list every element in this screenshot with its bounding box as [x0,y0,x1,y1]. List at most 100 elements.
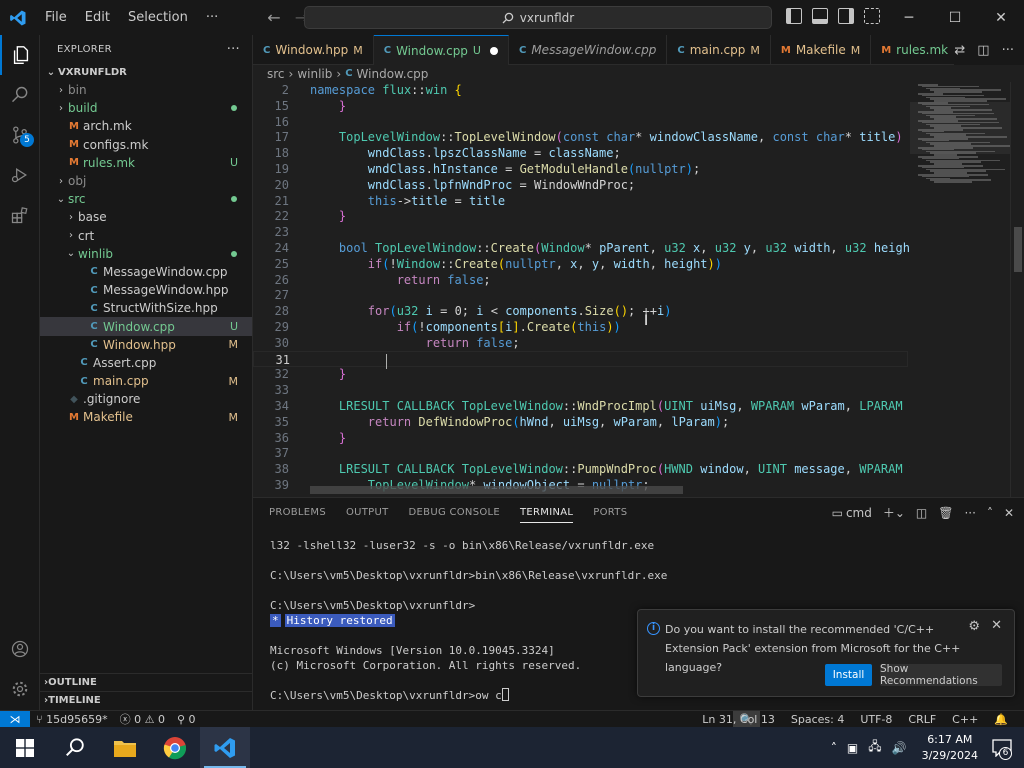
menu-file[interactable]: File [36,10,76,25]
tab-debug-console[interactable]: DEBUG CONSOLE [409,507,500,518]
tab-problems[interactable]: PROBLEMS [269,507,326,518]
toggle-panel-icon[interactable] [812,8,828,24]
tree-item-configs-mk[interactable]: Mconfigs.mk [40,136,252,154]
maximize-icon[interactable]: ☐ [932,0,978,35]
encoding[interactable]: UTF-8 [852,713,900,726]
git-status-badge: U [229,320,238,334]
cursor-position[interactable]: Ln 31, Col 13 [694,713,783,726]
indentation[interactable]: Spaces: 4 [783,713,852,726]
minimap[interactable] [910,82,1012,497]
tree-item-obj[interactable]: › obj [40,172,252,190]
breadcrumb-src[interactable]: src [267,67,285,81]
tree-item-rules-mk[interactable]: Mrules.mk U [40,154,252,172]
tab-terminal[interactable]: TERMINAL [520,502,574,523]
tab-window-hpp[interactable]: C Window.hpp M [253,35,374,65]
tree-item--gitignore[interactable]: ◆ .gitignore [40,390,252,408]
makefile-icon: M [780,44,791,56]
explorer-icon[interactable] [0,35,40,75]
command-center-search[interactable]: vxrunfldr [304,6,772,29]
code-editor[interactable]: 2 namespace flux::win {15 } 16 17 TopLevelW… [253,82,1024,497]
show-recommendations-button[interactable]: Show Recommendations [880,663,1002,687]
search-icon[interactable] [0,75,40,115]
remote-icon[interactable]: ⋊ [0,710,30,728]
tab-messagewindow-cpp[interactable]: C MessageWindow.cpp [509,35,668,65]
extensions-icon[interactable] [0,195,40,235]
breadcrumb-winlib[interactable]: winlib [297,67,332,81]
language-mode[interactable]: C++ [944,713,986,726]
source-control-icon[interactable]: 5 [0,115,40,155]
new-terminal-icon[interactable]: ＋⌄ [883,504,905,521]
vscode-taskbar-icon[interactable] [200,727,250,768]
maximize-panel-icon[interactable]: ˄ [987,506,993,520]
tree-item-window-cpp[interactable]: C Window.cpp U [40,317,252,336]
more-actions-icon[interactable]: ··· [964,506,975,520]
tree-item-bin[interactable]: › bin [40,81,252,99]
tree-item-makefile[interactable]: M Makefile M [40,408,252,426]
tab-output[interactable]: OUTPUT [346,507,389,518]
breadcrumb-file[interactable]: Window.cpp [357,67,429,81]
branch-status[interactable]: ⑂ 15d95659* [30,713,114,726]
workspace-root[interactable]: ⌄ VXRUNFLDR [40,63,252,81]
tree-item-crt[interactable]: › crt [40,227,252,245]
ports-status[interactable]: ⚲ 0 [171,713,202,726]
close-icon[interactable]: ✕ [991,618,1002,633]
minimize-icon[interactable]: ─ [886,0,932,35]
timeline-section[interactable]: › TIMELINE [40,691,253,709]
problems-status[interactable]: ⓧ 0 ⚠ 0 [114,711,171,727]
chevron-up-icon[interactable]: ˄ [826,741,842,755]
tree-item-messagewindow-hpp[interactable]: C MessageWindow.hpp [40,281,252,299]
customize-layout-icon[interactable] [864,8,880,24]
toggle-sidebar-icon[interactable] [786,8,802,24]
accounts-icon[interactable] [0,629,40,669]
unsaved-dot-icon[interactable] [489,46,498,55]
volume-icon[interactable]: 🔊 [887,741,912,755]
tree-item-base[interactable]: › base [40,208,252,226]
back-arrow-icon[interactable]: ← [267,8,280,27]
menu-edit[interactable]: Edit [76,10,119,25]
tab-main-cpp[interactable]: Cmain.cpp M [667,35,771,65]
run-debug-icon[interactable] [0,155,40,195]
minimap-viewport[interactable] [910,102,1010,154]
vertical-scrollbar[interactable] [1010,82,1024,497]
tree-item-main-cpp[interactable]: Cmain.cpp M [40,372,252,390]
tree-item-messagewindow-cpp[interactable]: C MessageWindow.cpp [40,263,252,281]
compare-changes-icon[interactable]: ⇄ [954,43,965,58]
split-terminal-icon[interactable]: ◫ [916,506,927,520]
tree-item-window-hpp[interactable]: C Window.hpp M [40,336,252,354]
tree-item-arch-mk[interactable]: March.mk [40,117,252,135]
menu-selection[interactable]: Selection [119,10,197,25]
split-editor-icon[interactable]: ◫ [977,43,989,58]
network-icon[interactable]: 🖧 [863,737,886,758]
horizontal-scrollbar[interactable] [310,486,683,494]
more-actions-icon[interactable]: ··· [227,42,240,57]
line-ending[interactable]: CRLF [900,713,944,726]
install-button[interactable]: Install [825,664,872,686]
chrome-icon[interactable] [150,727,200,768]
taskbar-search-icon[interactable] [50,727,100,768]
action-center-icon[interactable]: 6 [988,734,1016,762]
tree-item-build[interactable]: › build [40,99,252,117]
clock[interactable]: 6:17 AM 3/29/2024 [912,732,988,764]
more-actions-icon[interactable]: ··· [1002,43,1014,58]
tree-item-src[interactable]: ⌄ src [40,190,252,208]
bell-icon[interactable]: 🔔 [986,713,1016,726]
terminal-shell-label[interactable]: cmd [846,506,872,520]
tab-window-cpp[interactable]: C Window.cpp U [373,35,509,65]
tree-item-structwithsize-hpp[interactable]: C StructWithSize.hpp [40,299,252,317]
menu-more[interactable]: ··· [197,10,227,25]
tree-item-winlib[interactable]: ⌄ winlib [40,245,252,263]
trash-icon[interactable]: 🗑 [938,506,953,520]
device-icon[interactable]: ▣ [842,741,863,755]
tab-makefile[interactable]: M Makefile M [771,35,872,65]
windows-start-icon[interactable] [0,727,50,768]
tree-item-assert-cpp[interactable]: C Assert.cpp [40,354,252,372]
tab-ports[interactable]: PORTS [593,507,627,518]
gear-icon[interactable]: ⚙ [968,619,980,634]
file-explorer-icon[interactable] [100,727,150,768]
settings-gear-icon[interactable] [0,669,40,709]
close-panel-icon[interactable]: ✕ [1004,506,1014,520]
outline-section[interactable]: › OUTLINE [40,673,253,691]
scrollbar-thumb[interactable] [1014,227,1022,272]
toggle-secondary-sidebar-icon[interactable] [838,8,854,24]
close-icon[interactable]: ✕ [978,0,1024,35]
